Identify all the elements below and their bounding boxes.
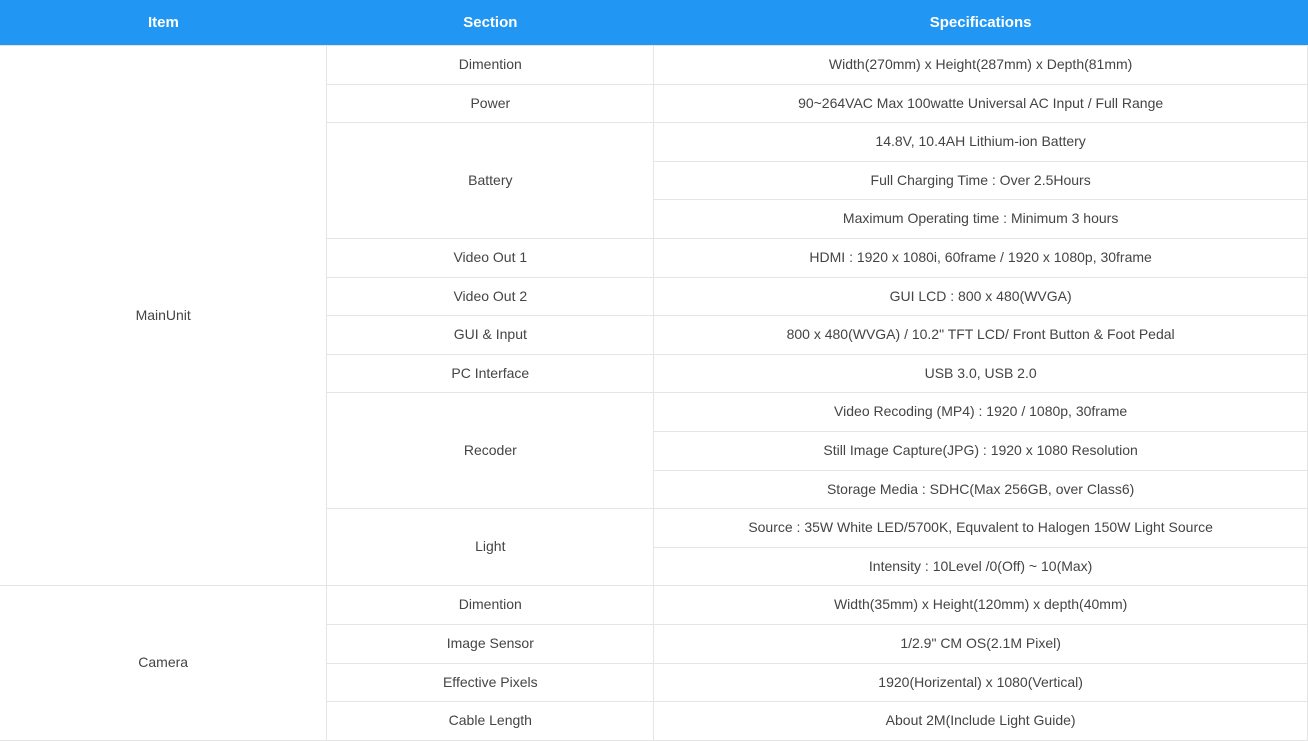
- table-row: MainUnitDimentionWidth(270mm) x Height(2…: [0, 46, 1308, 85]
- spec-cell: 800 x 480(WVGA) / 10.2" TFT LCD/ Front B…: [654, 316, 1308, 355]
- section-cell: Effective Pixels: [327, 663, 654, 702]
- spec-cell: 90~264VAC Max 100watte Universal AC Inpu…: [654, 84, 1308, 123]
- spec-cell: Width(270mm) x Height(287mm) x Depth(81m…: [654, 46, 1308, 85]
- section-cell: Light: [327, 509, 654, 586]
- section-cell: GUI & Input: [327, 316, 654, 355]
- section-cell: Video Out 2: [327, 277, 654, 316]
- table-row: CameraDimentionWidth(35mm) x Height(120m…: [0, 586, 1308, 625]
- spec-table: Item Section Specifications MainUnitDime…: [0, 0, 1308, 741]
- section-cell: Cable Length: [327, 702, 654, 741]
- section-cell: Video Out 1: [327, 238, 654, 277]
- spec-cell: Video Recoding (MP4) : 1920 / 1080p, 30f…: [654, 393, 1308, 432]
- spec-cell: 14.8V, 10.4AH Lithium-ion Battery: [654, 123, 1308, 162]
- spec-cell: Full Charging Time : Over 2.5Hours: [654, 161, 1308, 200]
- spec-cell: 1920(Horizental) x 1080(Vertical): [654, 663, 1308, 702]
- header-section: Section: [327, 0, 654, 46]
- table-header: Item Section Specifications: [0, 0, 1308, 46]
- header-spec: Specifications: [654, 0, 1308, 46]
- spec-cell: Intensity : 10Level /0(Off) ~ 10(Max): [654, 547, 1308, 586]
- spec-cell: Storage Media : SDHC(Max 256GB, over Cla…: [654, 470, 1308, 509]
- section-cell: Dimention: [327, 586, 654, 625]
- spec-cell: USB 3.0, USB 2.0: [654, 354, 1308, 393]
- spec-cell: 1/2.9" CM OS(2.1M Pixel): [654, 624, 1308, 663]
- section-cell: Dimention: [327, 46, 654, 85]
- section-cell: Battery: [327, 123, 654, 239]
- section-cell: Image Sensor: [327, 624, 654, 663]
- spec-cell: GUI LCD : 800 x 480(WVGA): [654, 277, 1308, 316]
- item-camera: Camera: [0, 586, 327, 740]
- spec-cell: Source : 35W White LED/5700K, Equvalent …: [654, 509, 1308, 548]
- section-cell: PC Interface: [327, 354, 654, 393]
- spec-cell: About 2M(Include Light Guide): [654, 702, 1308, 741]
- spec-cell: HDMI : 1920 x 1080i, 60frame / 1920 x 10…: [654, 238, 1308, 277]
- spec-cell: Maximum Operating time : Minimum 3 hours: [654, 200, 1308, 239]
- section-cell: Recoder: [327, 393, 654, 509]
- section-cell: Power: [327, 84, 654, 123]
- spec-cell: Width(35mm) x Height(120mm) x depth(40mm…: [654, 586, 1308, 625]
- spec-cell: Still Image Capture(JPG) : 1920 x 1080 R…: [654, 431, 1308, 470]
- header-item: Item: [0, 0, 327, 46]
- item-mainunit: MainUnit: [0, 46, 327, 586]
